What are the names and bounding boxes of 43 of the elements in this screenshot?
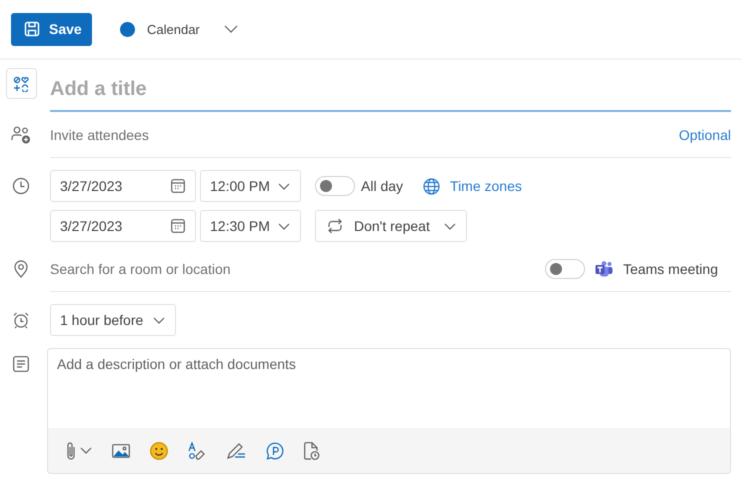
description-field[interactable]: Add a description or attach documents [47, 348, 731, 428]
optional-link[interactable]: Optional [678, 126, 731, 142]
paperclip-icon [66, 440, 76, 460]
text-lines-icon [13, 356, 29, 372]
chevron-down-icon [278, 222, 290, 230]
chat-bubble-icon [266, 442, 284, 460]
location-field[interactable]: Search for a room or location [50, 260, 546, 276]
pen-icon [226, 442, 246, 460]
add-icons-button[interactable] [6, 68, 36, 99]
repeat-icon [326, 218, 344, 234]
chevron-down-icon [80, 447, 92, 454]
attendees-field[interactable]: Invite attendees [50, 126, 679, 142]
people-add-icon [11, 126, 31, 144]
date-field[interactable]: 3/27/2023 [50, 210, 196, 242]
time-dropdown[interactable]: 12:00 PM [200, 170, 301, 202]
chevron-down-icon [224, 25, 238, 33]
calendar-icon [171, 179, 185, 193]
all-day-label: All day [361, 178, 404, 194]
save-icon [24, 21, 40, 37]
smiley-icon [150, 442, 168, 460]
save-button[interactable]: Save [11, 12, 92, 46]
chevron-down-icon [444, 222, 456, 230]
document-clock-icon [304, 442, 320, 460]
teams-meeting-label: Teams meeting [623, 260, 718, 276]
icons-icon [13, 76, 29, 92]
reminder-dropdown[interactable]: 1 hour before [50, 304, 176, 336]
globe-icon [423, 178, 440, 194]
date-field[interactable]: 3/27/2023 [50, 170, 196, 202]
repeat-dropdown[interactable]: Don't repeat [315, 210, 467, 242]
chevron-down-icon [278, 182, 290, 190]
time-dropdown[interactable]: 12:30 PM [200, 210, 301, 242]
format-text-icon [188, 442, 206, 460]
time-zones-link[interactable]: Time zones [423, 178, 522, 194]
calendar-dropdown[interactable]: Calendar [120, 22, 238, 36]
toggle-switch[interactable] [315, 176, 355, 196]
picture-icon [112, 444, 130, 458]
teams-icon [595, 260, 614, 276]
toggle-switch[interactable] [545, 258, 586, 278]
location-pin-icon [14, 260, 28, 278]
chevron-down-icon [153, 316, 165, 324]
alarm-clock-icon [12, 311, 30, 329]
calendar-icon [171, 219, 185, 233]
clock-icon [12, 177, 30, 195]
